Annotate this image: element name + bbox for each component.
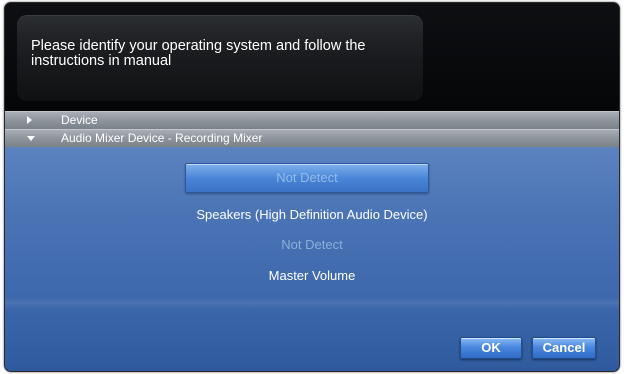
master-volume-label: Master Volume (268, 268, 356, 283)
detect-status-label: Not Detect (281, 237, 343, 252)
section-label-device: Device (61, 113, 98, 127)
section-header-device[interactable]: Device (5, 111, 619, 130)
mixer-device-select[interactable]: Not Detect (185, 163, 429, 193)
section-label-audio-mixer: Audio Mixer Device - Recording Mixer (61, 131, 263, 145)
mixer-panel: Not Detect Speakers (High Definition Aud… (5, 147, 619, 371)
ok-button[interactable]: OK (460, 337, 522, 359)
message-box: Please identify your operating system an… (17, 15, 423, 101)
collapse-arrow-icon (27, 136, 35, 141)
speakers-device-label: Speakers (High Definition Audio Device) (196, 207, 428, 222)
expand-arrow-icon (27, 116, 32, 124)
message-area: Please identify your operating system an… (5, 3, 619, 111)
cancel-button[interactable]: Cancel (532, 337, 596, 359)
dialog-window: Please identify your operating system an… (4, 2, 620, 372)
instruction-message: Please identify your operating system an… (31, 38, 366, 69)
section-header-audio-mixer[interactable]: Audio Mixer Device - Recording Mixer (5, 129, 619, 148)
